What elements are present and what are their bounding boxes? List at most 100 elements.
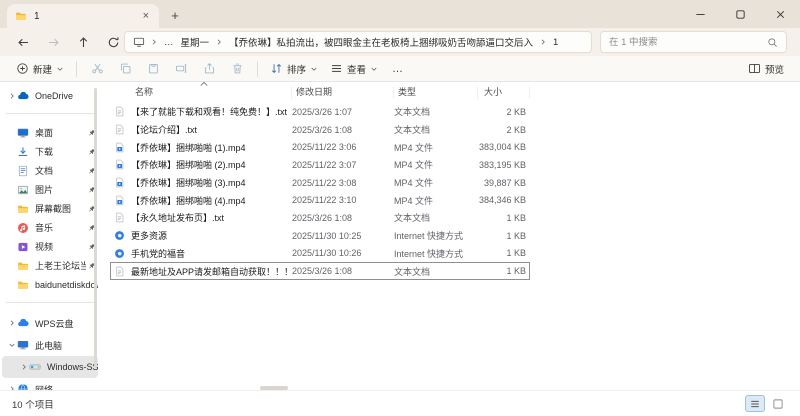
sidebar-item-视频[interactable]: 视频 [2,237,98,256]
file-date-modified: 2025/3/26 1:08 [292,266,353,277]
tab-title: 1 [34,10,40,22]
delete-icon[interactable] [223,58,251,80]
sidebar-item-baidunetdiskdow[interactable]: baidunetdiskdow [2,275,98,294]
maximize-icon[interactable] [720,0,760,28]
chevron-right-icon[interactable] [18,363,29,371]
sidebar-scrollbar[interactable] [94,88,97,368]
sidebar-item-Windows-SSD[interactable]: Windows-SSD [2,356,98,378]
file-size: 383,195 KB [478,159,526,170]
mp4-file-icon [114,142,125,153]
sidebar-item-label: 音乐 [35,223,54,233]
column-header-大小[interactable]: 大小 [478,86,530,99]
breadcrumb-segment-current[interactable]: 1 [552,37,559,48]
mp4-file-icon [114,159,125,170]
search-icon[interactable] [767,37,778,48]
forward-icon[interactable] [38,29,68,55]
copy-icon[interactable] [111,58,139,80]
column-header-类型[interactable]: 类型 [394,86,478,99]
file-type: MP4 文件 [394,142,434,153]
sidebar-divider [6,302,94,303]
tab-close-icon[interactable]: × [141,10,151,22]
sidebar-item-桌面[interactable]: 桌面 [2,123,98,142]
column-header-修改日期[interactable]: 修改日期 [292,86,394,99]
back-icon[interactable] [8,29,38,55]
breadcrumb-overflow[interactable]: … [163,37,175,48]
breadcrumb-segment[interactable]: 星期一 [180,35,211,49]
mp4-file-icon [114,195,125,206]
file-row[interactable]: 【论坛介绍】.txt 2025/3/26 1:08 文本文档 2 KB [110,121,530,139]
new-button-label: 新建 [33,64,53,76]
file-row[interactable]: 【永久地址发布页】.txt 2025/3/26 1:08 文本文档 1 KB [110,209,530,227]
view-button[interactable]: 查看 [324,58,384,80]
sidebar-item-label: WPS云盘 [35,318,74,329]
file-row[interactable]: 【来了就能下载和观看！纯免费！】.txt 2025/3/26 1:07 文本文档 2 … [110,103,530,121]
file-date-modified: 2025/3/26 1:08 [292,212,353,223]
file-date-modified: 2025/11/30 10:25 [292,230,362,241]
folder-icon [15,10,27,22]
breadcrumb-segment[interactable]: 【乔依琳】私拍流出，被四眼金主在老板椅上捆绑吸奶舌吻舔逼口交后入 [228,35,534,49]
large-icons-view-icon[interactable] [768,395,788,412]
new-tab-button[interactable]: + [166,6,184,24]
chevron-down-icon [310,65,318,73]
downloads-icon [17,146,30,158]
sidebar-item-图片[interactable]: 图片 [2,180,98,199]
file-row[interactable]: 【乔依琳】捆绑啪啪 (1).mp4 2025/11/22 3:06 MP4 文件 38… [110,138,530,156]
share-icon[interactable] [195,58,223,80]
file-row[interactable]: 【乔依琳】捆绑啪啪 (2).mp4 2025/11/22 3:07 MP4 文件 38… [110,156,530,174]
chevron-down-icon [56,65,64,73]
close-icon[interactable] [760,0,800,28]
file-row[interactable]: 【乔依琳】捆绑啪啪 (4).mp4 2025/11/22 3:10 MP4 文件 38… [110,191,530,209]
sidebar-item-网络[interactable]: 网络 [2,378,98,390]
file-date-modified: 2025/3/26 1:08 [292,124,353,135]
sidebar-item-音乐[interactable]: 音乐 [2,218,98,237]
details-view-icon[interactable] [745,395,765,412]
file-type: Internet 快捷方式 [394,231,464,242]
minimize-icon[interactable] [680,0,720,28]
paste-icon[interactable] [139,58,167,80]
sidebar-item-label: 桌面 [35,128,54,138]
preview-button[interactable]: 预览 [742,58,790,80]
sidebar-item-下载[interactable]: 下载 [2,142,98,161]
wps-cloud-icon [17,317,30,329]
file-name: 【乔依琳】捆绑啪啪 (1).mp4 [131,142,246,153]
explorer-tab[interactable]: 1 × [7,4,159,28]
file-name: 手机党的福音 [131,248,186,259]
sidebar-item-label: 网络 [35,384,54,391]
rename-icon[interactable] [167,58,195,80]
file-row[interactable]: 更多资源 2025/11/30 10:25 Internet 快捷方式 1 KB [110,227,530,245]
search-input[interactable] [609,36,761,48]
cut-icon[interactable] [83,58,111,80]
chevron-right-icon [150,38,158,46]
sidebar-item-label: 此电脑 [35,340,63,351]
sidebar-item-上老王论坛当[interactable]: 上老王论坛当 [2,256,98,275]
column-header-名称[interactable]: 名称 [110,86,292,99]
sidebar-item-此电脑[interactable]: 此电脑 [2,334,98,356]
file-date-modified: 2025/11/22 3:10 [292,195,357,206]
pictures-icon [17,184,30,196]
onedrive-cloud-icon [17,90,30,102]
sidebar-item-WPS云盘[interactable]: WPS云盘 [2,312,98,334]
file-row[interactable]: 【乔依琳】捆绑啪啪 (3).mp4 2025/11/22 3:08 MP4 文件 39… [110,174,530,192]
sidebar-item-屏幕截图[interactable]: 屏幕截图 [2,199,98,218]
sort-button[interactable]: 排序 [264,58,324,80]
internet-shortcut-icon [114,248,125,259]
file-date-modified: 2025/11/30 10:26 [292,248,362,259]
file-size: 1 KB [506,212,526,223]
new-button[interactable]: 新建 [10,58,70,80]
up-icon[interactable] [68,29,98,55]
more-options-button[interactable]: … [384,63,412,75]
file-size: 2 KB [506,106,526,117]
navigation-bar: … 星期一 【乔依琳】私拍流出，被四眼金主在老板椅上捆绑吸奶舌吻舔逼口交后入 1 [0,28,800,56]
file-row[interactable]: 手机党的福音 2025/11/30 10:26 Internet 快捷方式 1 KB [110,245,530,263]
chevron-down-icon[interactable] [6,341,17,349]
sidebar-item-label: baidunetdiskdow [35,279,98,290]
chevron-right-icon[interactable] [6,319,17,327]
monitor-icon[interactable] [133,36,145,48]
address-bar[interactable]: … 星期一 【乔依琳】私拍流出，被四眼金主在老板椅上捆绑吸奶舌吻舔逼口交后入 1 [124,31,592,53]
sidebar-item-OneDrive[interactable]: OneDrive [2,86,98,105]
file-size: 383,004 KB [478,142,526,153]
file-row[interactable]: 最新地址及APP请发邮箱自动获取！！！.txt 2025/3/26 1:08 文本文… [110,262,530,280]
chevron-right-icon[interactable] [6,92,17,100]
search-box[interactable] [600,31,787,53]
sidebar-item-文档[interactable]: 文档 [2,161,98,180]
